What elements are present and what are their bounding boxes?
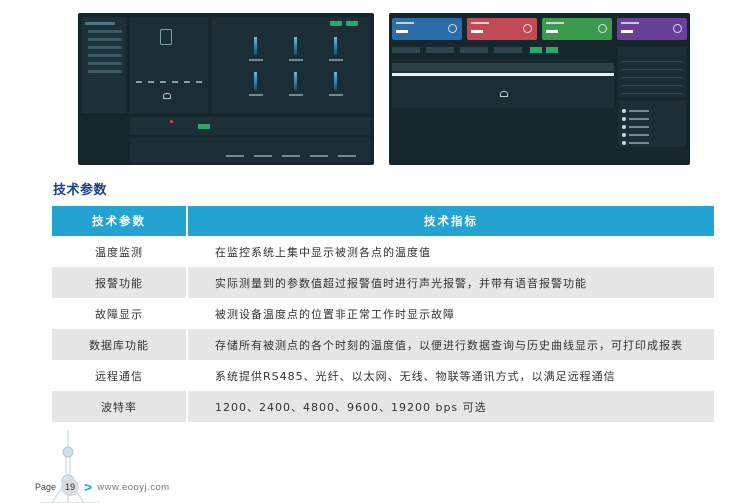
spec-cell: 1200、2400、4800、9600、19200 bps 可选 <box>187 391 714 422</box>
spec-cell: 系统提供RS485、光纤、以太网、无线、物联等通讯方式，以满足远程通信 <box>187 360 714 391</box>
device-panel <box>130 17 208 113</box>
param-cell: 故障显示 <box>52 298 188 329</box>
alarm-table <box>392 63 614 108</box>
header-param: 技术参数 <box>52 206 188 236</box>
stat-card-purple <box>617 18 687 40</box>
chevron-right-icon: > <box>84 479 93 495</box>
spec-cell: 实际测量到的参数值超过报警值时进行声光报警，并带有语音报警功能 <box>187 267 714 298</box>
spec-cell: 在监控系统上集中显示被测各点的温度值 <box>187 236 714 267</box>
table-row: 远程通信 系统提供RS485、光纤、以太网、无线、物联等通讯方式，以满足远程通信 <box>52 360 714 391</box>
sensor-gauge-panel <box>212 17 370 113</box>
table-row: 故障显示 被测设备温度点的位置非正常工作时显示故障 <box>52 298 714 329</box>
website-link[interactable]: www.eooyj.com <box>97 482 170 493</box>
trend-chart-panel <box>618 47 686 97</box>
param-cell: 远程通信 <box>52 360 188 391</box>
spec-cell: 被测设备温度点的位置非正常工作时显示故障 <box>187 298 714 329</box>
table-row: 温度监测 在监控系统上集中显示被测各点的温度值 <box>52 236 714 267</box>
page-footer: Page 19 > www.eooyj.com <box>35 478 170 496</box>
query-toolbar <box>130 117 370 135</box>
screenshot-monitor-view <box>78 13 374 165</box>
param-cell: 波特率 <box>52 391 188 422</box>
param-cell: 温度监测 <box>52 236 188 267</box>
screenshot-dashboard-view <box>389 13 690 165</box>
spec-table: 技术参数 技术指标 温度监测 在监控系统上集中显示被测各点的温度值 报警功能 实… <box>52 206 714 422</box>
page-number: 19 <box>61 478 80 496</box>
page-label: Page <box>35 482 57 492</box>
spec-cell: 存储所有被测点的各个时刻的温度值，以便进行数据查询与历史曲线显示，可打印成报表 <box>187 329 714 360</box>
table-row: 波特率 1200、2400、4800、9600、19200 bps 可选 <box>52 391 714 422</box>
stat-card-green <box>542 18 612 40</box>
device-tree-panel <box>82 17 126 113</box>
status-list-panel <box>618 101 686 147</box>
param-cell: 报警功能 <box>52 267 188 298</box>
section-title: 技术参数 <box>53 183 108 198</box>
header-spec: 技术指标 <box>187 206 714 236</box>
table-row: 报警功能 实际测量到的参数值超过报警值时进行声光报警，并带有语音报警功能 <box>52 267 714 298</box>
device-icon <box>160 29 172 45</box>
alarm-bell-icon <box>500 91 508 97</box>
stat-card-red <box>467 18 537 40</box>
table-header-row: 技术参数 技术指标 <box>52 206 714 236</box>
alarm-bell-icon <box>163 93 171 99</box>
param-cell: 数据库功能 <box>52 329 188 360</box>
filter-toolbar <box>392 45 612 55</box>
history-panel <box>130 138 370 162</box>
stat-card-blue <box>392 18 462 40</box>
table-row: 数据库功能 存储所有被测点的各个时刻的温度值，以便进行数据查询与历史曲线显示，可… <box>52 329 714 360</box>
